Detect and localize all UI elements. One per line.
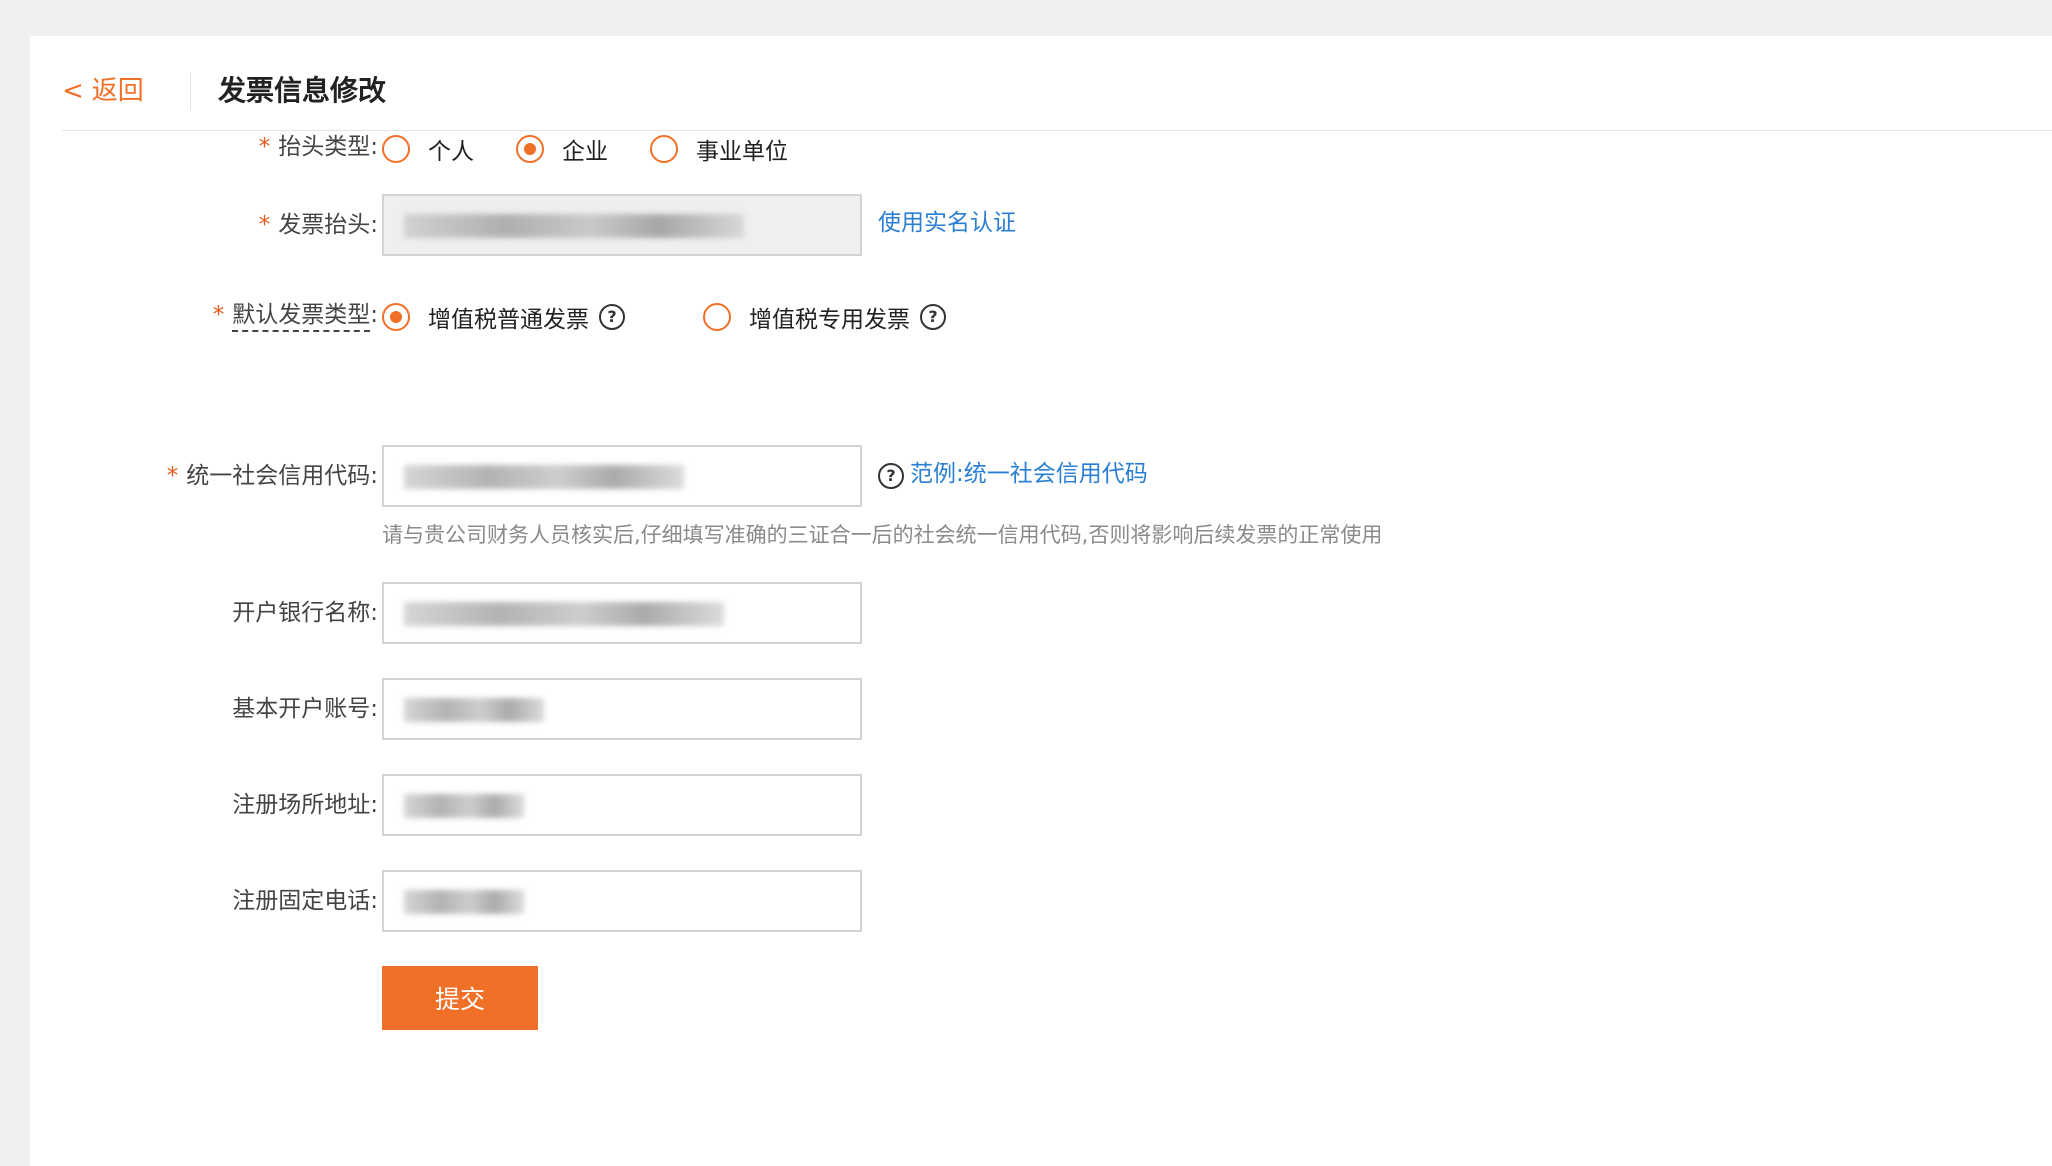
registered-phone-label: 注册固定电话: bbox=[232, 888, 378, 914]
question-circle-icon[interactable]: ? bbox=[599, 304, 625, 330]
back-label: 返回 bbox=[91, 76, 144, 106]
redacted-value bbox=[404, 214, 744, 238]
radio-vat-general[interactable]: 增值税普通发票 ? bbox=[382, 300, 625, 334]
credit-code-label: * 统一社会信用代码: bbox=[166, 463, 378, 489]
required-mark: * bbox=[258, 134, 271, 160]
radio-circle-selected[interactable] bbox=[516, 135, 544, 163]
bank-account-label: 基本开户账号: bbox=[232, 696, 378, 722]
bank-name-label: 开户银行名称: bbox=[232, 600, 378, 626]
registered-address-label: 注册场所地址: bbox=[232, 792, 378, 818]
invoice-title-input[interactable] bbox=[382, 194, 862, 256]
radio-circle-selected[interactable] bbox=[382, 303, 410, 331]
page-title: 发票信息修改 bbox=[218, 74, 387, 107]
invoice-title-label: * 发票抬头: bbox=[258, 212, 378, 238]
chevron-left-icon: < bbox=[62, 76, 84, 106]
registered-address-input[interactable] bbox=[382, 774, 862, 836]
bank-name-input[interactable] bbox=[382, 582, 862, 644]
redacted-value bbox=[404, 602, 724, 626]
invoice-type-radio-group: 增值税普通发票 ? 增值税专用发票 ? bbox=[382, 300, 988, 334]
redacted-value bbox=[404, 890, 524, 914]
radio-vat-special[interactable]: 增值税专用发票 ? bbox=[703, 300, 946, 334]
bank-account-input[interactable] bbox=[382, 678, 862, 740]
page-header: < 返回 发票信息修改 bbox=[62, 64, 2052, 131]
main-panel: < 返回 发票信息修改 * 抬头类型: 个人 企业 事业单位 * 发票抬头: 使… bbox=[30, 36, 2052, 1166]
question-circle-icon: ? bbox=[878, 463, 904, 489]
registered-phone-input[interactable] bbox=[382, 870, 862, 932]
credit-code-example-link[interactable]: ? 范例:统一社会信用代码 bbox=[878, 445, 1148, 503]
radio-public-institution[interactable]: 事业单位 bbox=[650, 132, 788, 166]
radio-personal[interactable]: 个人 bbox=[382, 132, 474, 166]
credit-code-hint: 请与贵公司财务人员核实后,仔细填写准确的三证合一后的社会统一信用代码,否则将影响… bbox=[382, 523, 1383, 547]
title-type-radio-group: 个人 企业 事业单位 bbox=[382, 132, 830, 166]
default-invoice-type-label: * 默认发票类型: bbox=[213, 298, 378, 332]
redacted-value bbox=[404, 794, 524, 818]
radio-enterprise[interactable]: 企业 bbox=[516, 132, 608, 166]
submit-button[interactable]: 提交 bbox=[382, 966, 538, 1030]
radio-circle[interactable] bbox=[650, 135, 678, 163]
redacted-value bbox=[404, 465, 684, 489]
title-type-label: * 抬头类型: bbox=[258, 134, 378, 160]
redacted-value bbox=[404, 698, 544, 722]
back-link[interactable]: < 返回 bbox=[62, 64, 144, 118]
use-real-name-auth-link[interactable]: 使用实名认证 bbox=[878, 194, 1016, 252]
radio-circle[interactable] bbox=[703, 303, 731, 331]
header-divider bbox=[190, 72, 191, 110]
question-circle-icon[interactable]: ? bbox=[920, 304, 946, 330]
credit-code-input[interactable] bbox=[382, 445, 862, 507]
radio-circle[interactable] bbox=[382, 135, 410, 163]
